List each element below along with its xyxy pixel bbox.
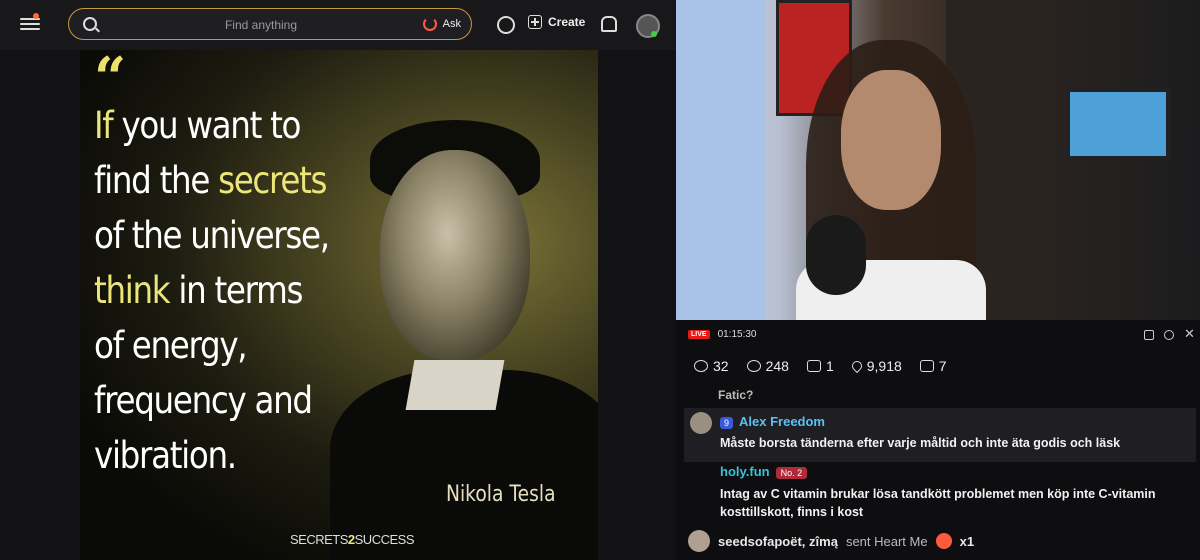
elapsed-time: 01:15:30 bbox=[717, 329, 757, 340]
notification-dot bbox=[33, 13, 39, 19]
stat-likes: 9,918 bbox=[849, 358, 902, 374]
chat-icon[interactable] bbox=[497, 16, 515, 34]
quote-line-3: of the universe, bbox=[94, 214, 330, 257]
portrait-collar bbox=[405, 360, 505, 410]
rank-badge: No. 2 bbox=[775, 467, 808, 479]
chat-message[interactable]: holy.fun No. 2 Intag av C vitamin brukar … bbox=[720, 463, 1190, 521]
stream-stats: 32 248 1 9,918 7 bbox=[694, 358, 947, 374]
live-chat-panel: LIVE 01:15:30 ✕ 32 248 1 9,918 7 Fatic? … bbox=[680, 320, 1200, 560]
quote-line-2: find the secrets bbox=[94, 159, 328, 202]
quote-image: “ If you want to find the secrets of the… bbox=[80, 50, 598, 560]
gift-username[interactable]: seedsofapoët, zîmą bbox=[718, 534, 838, 549]
chat-message-text: Intag av C vitamin brukar lösa tandkött … bbox=[720, 487, 1156, 519]
quote-line-6: frequency and bbox=[94, 379, 313, 422]
microphone bbox=[806, 215, 866, 295]
ask-label: Ask bbox=[442, 18, 461, 30]
gift-icon bbox=[919, 360, 934, 372]
plus-icon bbox=[528, 15, 542, 29]
stat-views: 248 bbox=[746, 358, 789, 374]
chat-message-header: 9 Alex Freedom bbox=[720, 413, 825, 431]
settings-icon[interactable] bbox=[1164, 330, 1174, 340]
top-bar: Ask Create bbox=[0, 0, 676, 50]
search-bar[interactable]: Ask bbox=[68, 8, 472, 41]
chat-message-highlighted[interactable]: 9 Alex Freedom Måste borsta tänderna efte… bbox=[684, 408, 1196, 462]
quote-line-1: If you want to bbox=[94, 104, 301, 147]
left-panel: Ask Create “ If you want to find the sec… bbox=[0, 0, 676, 560]
avatar[interactable] bbox=[690, 412, 712, 434]
video-background-wall bbox=[676, 0, 766, 320]
people-icon bbox=[694, 360, 708, 372]
streamer-face bbox=[841, 70, 941, 210]
gift-notification: seedsofapoët, zîmą sent Heart Me x1 bbox=[688, 528, 1196, 554]
search-icon bbox=[83, 17, 97, 31]
ask-button[interactable]: Ask bbox=[422, 15, 461, 33]
ask-icon bbox=[422, 17, 437, 31]
heart-icon bbox=[849, 358, 864, 374]
gift-action: sent Heart Me bbox=[845, 533, 928, 549]
video-background-tv bbox=[1066, 88, 1170, 160]
quote-line-5: of energy, bbox=[94, 324, 248, 367]
online-status-dot bbox=[651, 31, 657, 37]
quote-line-4: think in terms bbox=[94, 269, 303, 312]
create-button[interactable]: Create bbox=[528, 15, 585, 29]
quote-text: If you want to find the secrets of the u… bbox=[94, 98, 330, 483]
lock-icon[interactable] bbox=[1144, 330, 1154, 340]
close-icon[interactable]: ✕ bbox=[1184, 326, 1195, 342]
portrait-face bbox=[380, 150, 530, 360]
create-label: Create bbox=[548, 15, 586, 29]
stat-gifts: 7 bbox=[919, 358, 947, 374]
heart-gift-icon bbox=[935, 533, 952, 549]
chat-username[interactable]: holy.fun bbox=[720, 464, 770, 479]
search-input[interactable] bbox=[109, 9, 413, 41]
gift-count: x1 bbox=[959, 533, 975, 549]
chat-message-text: Måste borsta tänderna efter varje måltid… bbox=[720, 436, 1121, 450]
eye-icon bbox=[746, 360, 761, 372]
stat-group: 32 bbox=[694, 358, 729, 374]
stat-follows: 1 bbox=[806, 358, 834, 374]
live-status: LIVE 01:15:30 bbox=[688, 329, 757, 340]
add-user-icon bbox=[806, 360, 821, 372]
quote-author: Nikola Tesla bbox=[446, 482, 556, 507]
stream-video[interactable] bbox=[676, 0, 1200, 320]
chat-username[interactable]: Alex Freedom bbox=[739, 414, 825, 429]
bell-icon[interactable] bbox=[601, 16, 617, 32]
level-badge: 9 bbox=[720, 417, 734, 429]
brand-logo: SECRETS2SUCCESS bbox=[290, 532, 415, 547]
quote-line-7: vibration. bbox=[94, 434, 237, 477]
avatar[interactable] bbox=[688, 530, 710, 552]
chat-message-header: holy.fun No. 2 bbox=[720, 463, 1190, 481]
chat-partial-line: Fatic? bbox=[718, 388, 754, 402]
live-badge: LIVE bbox=[688, 330, 710, 339]
